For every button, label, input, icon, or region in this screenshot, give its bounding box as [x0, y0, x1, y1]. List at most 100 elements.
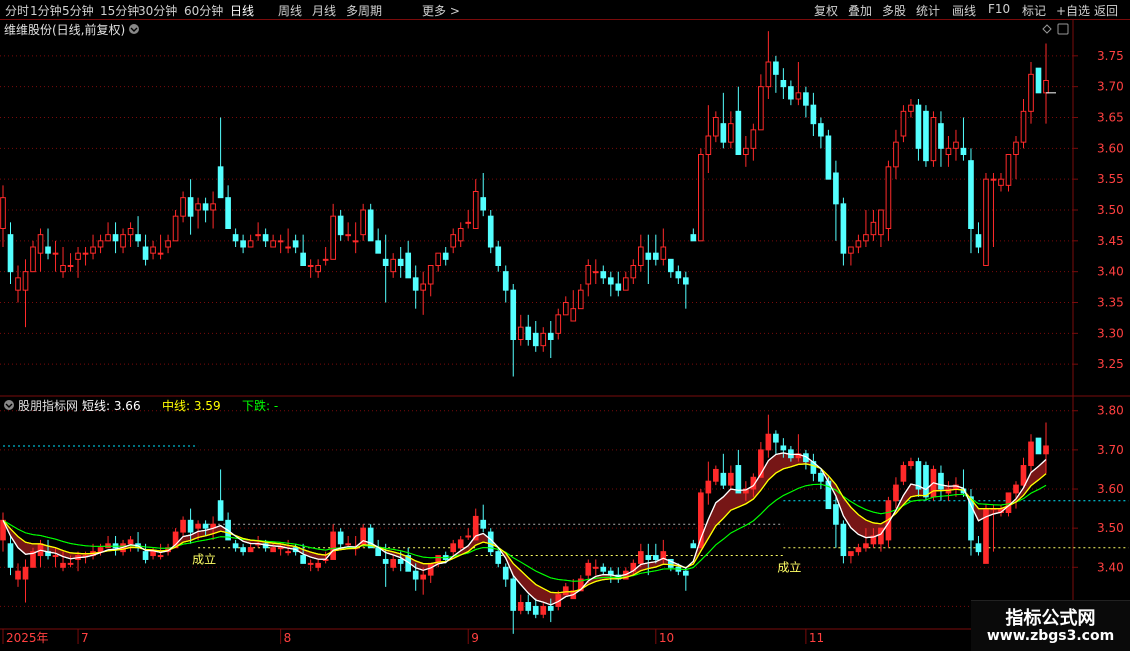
candle-bar-52	[390, 258, 397, 273]
y-tick-label-8: 3.35	[1097, 296, 1124, 310]
period-tab-3[interactable]: 15分钟	[100, 2, 139, 19]
sub-bar-103	[773, 433, 779, 443]
candle-bar-22	[165, 240, 171, 248]
candle-bar-123	[923, 110, 929, 162]
candle-bar-91	[683, 277, 689, 285]
sub-bar-137	[1028, 441, 1034, 467]
candle-bar-110	[825, 135, 832, 180]
signal-label-0: 成立	[192, 551, 216, 566]
tool-button-7[interactable]: +自选	[1056, 2, 1090, 19]
candle-bar-0	[0, 197, 6, 230]
candle-bar-65	[487, 215, 494, 248]
tool-button-4[interactable]: 画线	[952, 2, 976, 19]
candle-bar-81	[607, 277, 614, 285]
candle-bar-96	[720, 123, 727, 143]
x-tick-label-1: 7	[81, 631, 89, 645]
candle-bar-5	[37, 234, 44, 254]
candle-bar-55	[412, 277, 419, 291]
signal-label-1: 成立	[777, 559, 801, 574]
candle-bar-17	[127, 228, 134, 236]
period-tab-0[interactable]: 分时	[5, 2, 29, 19]
candle-bar-94	[705, 135, 712, 155]
candle-bar-84	[630, 265, 637, 279]
period-tab-7[interactable]: 周线	[278, 2, 302, 19]
sub-bar-135	[1013, 484, 1019, 494]
candle-bar-64	[480, 197, 487, 211]
candle-bar-48	[360, 209, 366, 236]
period-tab-6[interactable]: 日线	[230, 2, 254, 19]
candle-bar-105	[788, 86, 794, 100]
sub-bar-121	[908, 461, 914, 467]
sub-bar-96	[720, 472, 727, 486]
candle-bar-76	[570, 308, 577, 322]
candle-bar-87	[652, 252, 659, 260]
tool-button-0[interactable]: 复权	[814, 2, 838, 19]
tool-button-2[interactable]: 多股	[882, 2, 906, 19]
candle-bar-128	[960, 147, 967, 155]
sub-bar-117	[878, 527, 884, 545]
candle-bar-100	[750, 129, 757, 149]
sub-bar-87	[652, 555, 659, 560]
candle-bar-97	[728, 123, 734, 143]
sub-bar-3	[22, 566, 29, 580]
candle-bar-30	[225, 197, 231, 230]
sub-bar-8	[60, 562, 66, 568]
sub-bar-138	[1035, 437, 1042, 455]
sub-bar-1	[7, 543, 14, 568]
sub-bar-139	[1043, 445, 1049, 455]
chart-title: 维维股份(日线,前复权)	[4, 22, 125, 37]
sub-y-tick-label-4: 3.40	[1097, 560, 1124, 574]
sub-bar-17	[127, 539, 134, 545]
candle-bar-29	[217, 166, 224, 199]
candle-bar-15	[112, 234, 119, 242]
candle-bar-13	[97, 240, 104, 248]
candle-bar-68	[510, 289, 517, 340]
period-tab-10[interactable]: 更多 >	[422, 2, 460, 19]
sub-bar-55	[412, 570, 419, 580]
period-tab-2[interactable]: 5分钟	[62, 2, 94, 19]
candle-bar-63	[472, 191, 479, 229]
candle-bar-28	[210, 203, 216, 211]
candle-bar-113	[848, 246, 854, 254]
sub-bar-91	[683, 570, 689, 576]
candle-bar-121	[908, 104, 914, 112]
sub-y-tick-label-0: 3.80	[1097, 404, 1124, 418]
candle-bar-114	[855, 240, 862, 248]
period-tab-1[interactable]: 1分钟	[30, 2, 62, 19]
period-tab-9[interactable]: 多周期	[346, 2, 382, 19]
sub-bar-24	[180, 519, 186, 533]
candle-bar-73	[547, 332, 554, 341]
candle-bar-43	[322, 258, 329, 261]
sub-bar-71	[532, 605, 539, 615]
tool-button-5[interactable]: F10	[988, 2, 1010, 16]
tool-button-8[interactable]: 返回	[1094, 2, 1118, 19]
candle-bar-90	[675, 271, 682, 279]
period-tab-4[interactable]: 30分钟	[138, 2, 177, 19]
y-tick-label-7: 3.40	[1097, 265, 1124, 279]
candle-bar-72	[540, 332, 547, 347]
candle-bar-119	[893, 141, 899, 168]
candle-bar-33	[247, 240, 254, 248]
candle-bar-12	[90, 246, 96, 254]
sub-bar-13	[97, 547, 104, 553]
candle-bar-61	[457, 228, 464, 242]
candle-bar-47	[352, 240, 359, 243]
sub-bar-57	[427, 562, 434, 576]
tool-button-6[interactable]: 标记	[1022, 2, 1046, 19]
sub-bar-114	[855, 547, 862, 553]
candle-bar-132	[990, 178, 997, 181]
sub-bar-136	[1020, 465, 1027, 486]
period-tab-5[interactable]: 60分钟	[184, 2, 223, 19]
tool-button-3[interactable]: 统计	[916, 2, 940, 19]
candle-bar-83	[622, 277, 629, 291]
period-tab-8[interactable]: 月线	[312, 2, 336, 19]
candle-bar-106	[795, 92, 802, 100]
sub-bar-119	[893, 484, 899, 502]
tool-button-1[interactable]: 叠加	[848, 2, 872, 19]
candle-bar-25	[187, 197, 194, 217]
candle-bar-138	[1035, 67, 1042, 94]
candle-bar-86	[645, 252, 652, 260]
candle-bar-66	[495, 246, 502, 266]
candle-bar-9	[67, 265, 74, 267]
sub-bar-9	[67, 562, 74, 565]
